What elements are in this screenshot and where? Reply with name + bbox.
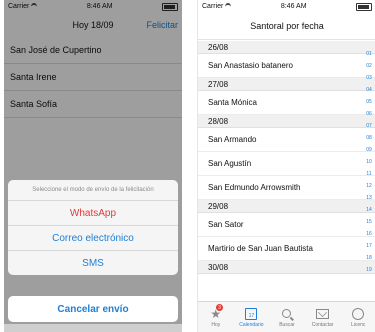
index-item[interactable]: 16 <box>366 228 372 240</box>
navigation-bar: Santoral por fecha <box>198 13 375 40</box>
action-sheet-message: Seleccione el modo de envío de la felici… <box>8 180 178 201</box>
tab-label: Buscar <box>279 321 295 328</box>
tab-bar-hidden <box>4 324 182 332</box>
list-item[interactable]: San Agustín <box>198 152 375 176</box>
calendar-icon: 17 <box>245 307 258 320</box>
saint-calendar-list: 26/08 San Anastasio batanero 27/08 Santa… <box>198 41 375 300</box>
tab-contactar[interactable]: Contactar <box>305 302 341 332</box>
tab-bar: ★ 3 Hoy 17 Calendario Buscar Contactar L… <box>198 301 375 332</box>
index-item[interactable]: 04 <box>366 84 372 96</box>
index-item[interactable]: 06 <box>366 108 372 120</box>
index-item[interactable]: 10 <box>366 156 372 168</box>
index-item[interactable]: 11 <box>366 168 371 180</box>
index-item[interactable]: 08 <box>366 132 372 144</box>
list-item[interactable]: Martirio de San Juan Bautista <box>198 237 375 261</box>
section-header: 26/08 <box>198 41 375 54</box>
index-item[interactable]: 12 <box>366 180 372 192</box>
page-title: Santoral por fecha <box>250 21 324 31</box>
index-item[interactable]: 15 <box>366 216 372 228</box>
index-item[interactable]: 02 <box>366 60 372 72</box>
tab-licencias[interactable]: Licenc <box>340 302 375 332</box>
tab-label: Hoy <box>211 321 221 328</box>
left-phone-screen: Carrier 8:46 AM Hoy 18/09 Felicitar San … <box>4 0 182 332</box>
tab-label: Contactar <box>311 321 334 328</box>
index-item[interactable]: 01 <box>366 48 372 60</box>
whatsapp-option[interactable]: WhatsApp <box>8 201 178 226</box>
index-item[interactable]: 17 <box>366 240 372 252</box>
notification-badge: 3 <box>216 304 223 311</box>
section-header: 28/08 <box>198 115 375 128</box>
index-item[interactable]: 03 <box>366 72 372 84</box>
license-icon <box>352 307 365 320</box>
mail-icon <box>316 308 330 319</box>
index-item[interactable]: 14 <box>366 204 372 216</box>
status-time: 8:46 AM <box>280 3 307 10</box>
battery-icon <box>355 2 372 11</box>
list-item[interactable]: Santa Mónica <box>198 91 375 115</box>
list-item[interactable]: San Armando <box>198 128 375 152</box>
index-item[interactable]: 05 <box>366 96 372 108</box>
cancel-button[interactable]: Cancelar envío <box>8 296 178 322</box>
list-item[interactable]: San Sator <box>198 213 375 237</box>
section-index-bar[interactable]: 01 02 03 04 05 06 07 08 09 10 11 12 13 14 15 16 17 18 19 <box>364 48 374 276</box>
section-header: 27/08 <box>198 78 375 91</box>
index-item[interactable]: 09 <box>366 144 372 156</box>
section-header: 29/08 <box>198 200 375 213</box>
tab-label: Calendario <box>239 321 264 328</box>
search-icon <box>282 309 292 318</box>
carrier-label: Carrier <box>202 3 224 10</box>
status-bar: Carrier 8:46 AM <box>198 0 375 13</box>
dim-overlay <box>4 0 182 332</box>
wifi-icon <box>225 2 232 11</box>
tab-label: Licenc <box>350 321 366 328</box>
index-item[interactable]: 13 <box>366 192 372 204</box>
index-item[interactable]: 07 <box>366 120 372 132</box>
email-option[interactable]: Correo electrónico <box>8 226 178 251</box>
tab-hoy[interactable]: ★ 3 Hoy <box>198 302 234 332</box>
right-phone-screen: Carrier 8:46 AM Santoral por fecha 26/08… <box>197 0 375 332</box>
list-item[interactable]: San Anastasio batanero <box>198 54 375 78</box>
list-item[interactable]: San Edmundo Arrowsmith <box>198 176 375 200</box>
sms-option[interactable]: SMS <box>8 251 178 275</box>
tab-calendario[interactable]: 17 Calendario <box>234 302 270 332</box>
tab-buscar[interactable]: Buscar <box>269 302 305 332</box>
action-sheet: Seleccione el modo de envío de la felici… <box>8 180 178 275</box>
index-item[interactable]: 19 <box>366 264 372 276</box>
index-item[interactable]: 18 <box>366 252 372 264</box>
section-header: 30/08 <box>198 261 375 274</box>
